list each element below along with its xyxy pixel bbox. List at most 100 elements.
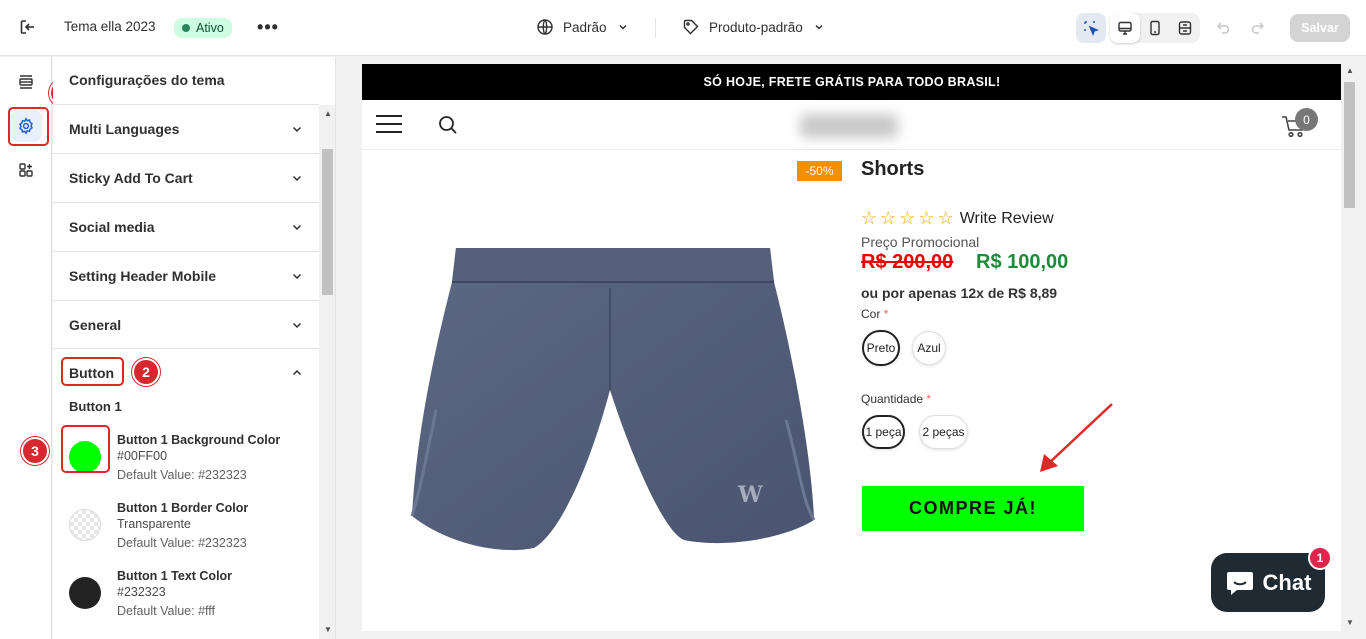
setting-button-text-color[interactable]: Button 1 Text Color #232323 Default Valu… [69,569,319,627]
desktop-view-button[interactable] [1110,13,1140,43]
section-label: Sticky Add To Cart [69,170,193,186]
chevron-down-icon [815,24,823,30]
required-mark: * [883,307,889,321]
store-logo[interactable] [800,114,898,138]
search-icon[interactable] [436,113,460,137]
tag-icon [683,19,699,35]
section-label: Social media [69,219,155,235]
chat-label: Chat [1262,569,1312,595]
chevron-down-icon [619,24,627,30]
divider [655,18,656,38]
undo-icon[interactable] [1214,19,1232,37]
language-selector[interactable]: Padrão [536,18,629,36]
star-icon: ☆ [918,208,935,228]
write-review-link[interactable]: Write Review [960,210,1054,228]
rating-stars[interactable]: ☆ ☆ ☆ ☆ ☆ Write Review [861,208,1054,229]
redo-icon[interactable] [1249,19,1267,37]
setting-value: #00FF00 [117,449,168,463]
color-option-preto[interactable]: Preto [862,330,900,366]
color-option-label: Cor * [861,307,888,321]
more-options-button[interactable]: ••• [257,17,278,37]
color-option-azul[interactable]: Azul [912,331,946,365]
buy-now-button[interactable]: COMPRE JÁ! [862,486,1084,531]
chevron-up-icon [292,369,302,376]
status-label: Ativo [196,21,224,35]
price-new: R$ 100,00 [976,251,1069,273]
chevron-down-icon [292,224,302,231]
chevron-down-icon [292,322,302,329]
star-icon: ☆ [937,208,954,228]
product-title: Shorts [861,158,925,180]
chat-notification-badge: 1 [1308,546,1332,570]
apps-icon [19,163,33,177]
setting-name: Button 1 Background Color [117,433,281,447]
desktop-icon [1118,21,1132,35]
annotation-arrow [1040,403,1113,472]
status-dot [182,24,190,32]
svg-text:W: W [737,482,763,508]
quantity-option-2[interactable]: 2 peças [919,415,968,449]
section-general[interactable]: General [53,300,319,349]
globe-icon [537,19,553,35]
setting-value: Transparente [117,517,191,531]
star-icon: ☆ [861,208,878,228]
discount-badge: -50% [797,161,842,181]
scroll-down-arrow[interactable]: ▼ [1346,618,1354,627]
mobile-view-button[interactable] [1140,13,1170,43]
editor-topbar: Tema ella 2023 Ativo ••• Padrão Produto-… [0,0,1366,56]
price-old: R$ 200,00 [861,251,954,273]
section-label: Setting Header Mobile [69,268,217,284]
section-sticky-add-to-cart[interactable]: Sticky Add To Cart [53,153,319,202]
product-image[interactable]: W [402,240,822,570]
section-label: General [69,317,122,333]
setting-name: Button 1 Border Color [117,501,249,515]
color-label-text: Cor [861,307,881,321]
star-icon: ☆ [899,208,916,228]
sections-button[interactable] [10,66,42,98]
exit-icon[interactable] [18,17,38,37]
highlight-box [8,107,49,146]
fullscreen-view-button[interactable] [1170,13,1200,43]
promo-label: Preço Promocional [861,234,980,250]
settings-panel: Configurações do tema Multi Languages St… [53,57,336,639]
highlight-box [61,357,124,386]
status-badge: Ativo [174,18,232,38]
color-swatch[interactable] [69,509,101,541]
store-header: 0 [362,100,1342,150]
section-social-media[interactable]: Social media [53,202,319,251]
scrollbar-thumb[interactable] [1344,82,1355,208]
theme-name: Tema ella 2023 [64,19,156,34]
color-swatch[interactable] [69,577,101,609]
storefront-preview: SÓ HOJE, FRETE GRÁTIS PARA TODO BRASIL! … [362,64,1342,631]
template-selector[interactable]: Produto-padrão [682,18,825,36]
apps-button[interactable] [10,154,42,186]
fullwidth-icon [1178,21,1192,35]
device-toggle [1110,13,1200,43]
template-label: Produto-padrão [709,19,803,35]
annotation-number: 3 [21,437,49,465]
sections-icon [19,75,33,89]
quantity-option-1[interactable]: 1 peça [862,415,905,449]
panel-scrollbar[interactable]: ▲ ▼ [319,105,335,639]
inspector-button[interactable] [1076,13,1106,43]
select-cursor-icon [1084,21,1099,36]
scroll-up-arrow[interactable]: ▲ [324,109,332,118]
installments-text: ou por apenas 12x de R$ 8,89 [861,285,1058,301]
scrollbar-thumb[interactable] [322,149,333,295]
section-setting-header-mobile[interactable]: Setting Header Mobile [53,251,319,300]
quantity-option-label: Quantidade * [861,392,931,406]
cart-count: 0 [1295,108,1318,131]
announcement-bar: SÓ HOJE, FRETE GRÁTIS PARA TODO BRASIL! [362,64,1342,100]
setting-default: Default Value: #fff [117,604,215,618]
setting-button-border-color[interactable]: Button 1 Border Color Transparente Defau… [69,501,319,559]
preview-scrollbar[interactable]: ▲ ▼ [1341,64,1358,631]
menu-icon[interactable] [376,115,402,135]
highlight-box [61,425,110,473]
scroll-down-arrow[interactable]: ▼ [324,625,332,634]
scroll-up-arrow[interactable]: ▲ [1346,66,1354,75]
save-button[interactable]: Salvar [1290,14,1350,42]
section-multi-languages[interactable]: Multi Languages [53,104,319,153]
subsection-title: Button 1 [69,399,122,414]
annotation-number: 2 [132,358,160,386]
setting-name: Button 1 Text Color [117,569,233,583]
